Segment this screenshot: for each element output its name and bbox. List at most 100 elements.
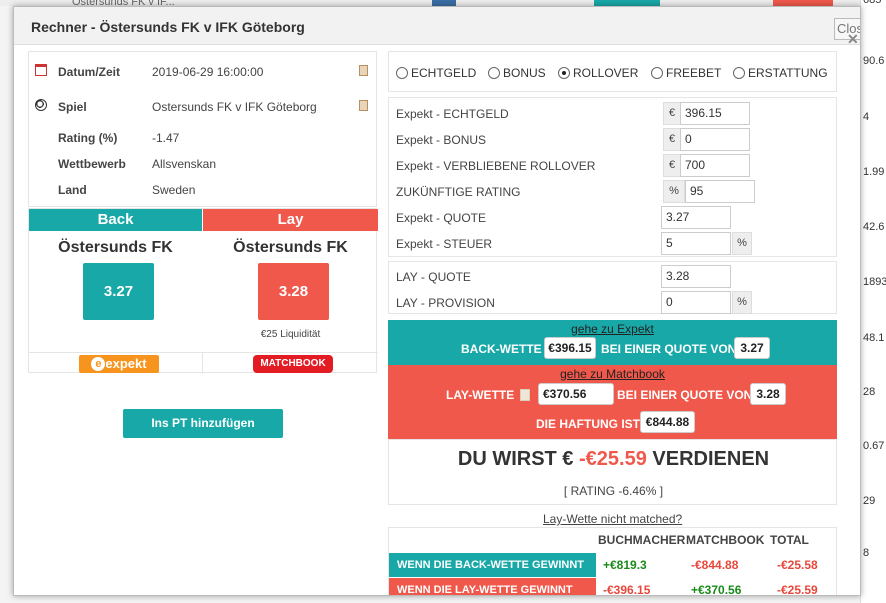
modal-title: Rechner - Östersunds FK v IFK Göteborg [31, 19, 305, 35]
table-cell: -€844.88 [691, 558, 739, 572]
lay-not-matched-link[interactable]: Lay-Wette nicht matched? [543, 512, 682, 526]
euro-addon: € [663, 128, 681, 151]
profit-panel: DU WIRST € -€25.59 VERDIENEN [ RATING -6… [388, 439, 837, 505]
at-odds-label: BEI EINER QUOTE VON [601, 342, 737, 356]
bet-type-selector: ECHTGELD BONUS ROLLOVER FREEBET ERSTATTU… [388, 51, 837, 92]
info-row-country: Land Sweden [29, 180, 378, 200]
form-row-future-rating: ZUKÜNFTIGE RATING % 95 [389, 178, 838, 204]
radio-label: BONUS [503, 66, 546, 80]
form-row-echtgeld: Expekt - ECHTGELD € 396.15 [389, 100, 838, 126]
info-value: -1.47 [152, 131, 180, 145]
info-value: Ostersunds FK v IFK Göteborg [152, 100, 317, 114]
table-cell: -€25.59 [777, 583, 818, 596]
field-label: Expekt - ECHTGELD [396, 107, 509, 121]
copy-icon[interactable] [359, 65, 368, 76]
percent-addon: % [732, 232, 752, 255]
tax-input[interactable]: 5 [661, 232, 731, 255]
radio-freebet[interactable]: FREEBET [651, 66, 721, 80]
profit-amount: -€25.59 [579, 448, 647, 470]
profit-prefix: DU WIRST € [457, 448, 574, 470]
radio-label: FREEBET [666, 66, 722, 80]
info-row-match: Spiel Ostersunds FK v IFK Göteborg [29, 97, 378, 117]
matchbook-logo[interactable]: MATCHBOOK [253, 355, 333, 373]
radio-circle[interactable] [651, 67, 663, 79]
radio-bonus[interactable]: BONUS [488, 66, 546, 80]
euro-addon: € [663, 102, 681, 125]
background-value: 4 [863, 111, 870, 123]
back-odds-input[interactable]: 3.27 [661, 206, 731, 229]
info-row-rating: Rating (%) -1.47 [29, 128, 378, 148]
field-label: LAY - QUOTE [396, 270, 471, 284]
info-label: Rating (%) [58, 131, 118, 145]
at-odds-label: BEI EINER QUOTE VON [617, 388, 753, 402]
expekt-logo-mark: e [91, 357, 106, 371]
radio-label: ERSTATTUNG [748, 66, 828, 80]
radio-label: ROLLOVER [573, 66, 639, 80]
info-value: 2019-06-29 16:00:00 [152, 65, 264, 79]
profit-rating: [ RATING -6.46% ] [563, 484, 664, 498]
table-row-lay-wins: WENN DIE LAY-WETTE GEWINNT [389, 578, 596, 595]
goto-matchbook-link[interactable]: gehe zu Matchbook [388, 367, 837, 381]
column-header: MATCHBOOK [686, 533, 765, 547]
radio-circle[interactable] [396, 67, 408, 79]
column-header: BUCHMACHER [598, 533, 686, 547]
background-value: 42.6 [863, 221, 885, 233]
rollover-input[interactable]: 700 [680, 154, 750, 177]
divider [202, 352, 203, 374]
commission-input[interactable]: 0 [661, 291, 731, 314]
lay-team-name: Östersunds FK [233, 239, 348, 256]
background-value: 1.99 [863, 166, 885, 178]
liability-label: DIE HAFTUNG IST [536, 417, 640, 431]
radio-rollover[interactable]: ROLLOVER [558, 66, 638, 80]
background-value: 28 [863, 386, 876, 398]
info-value: Allsvenskan [152, 157, 217, 171]
radio-circle[interactable] [733, 67, 745, 79]
field-label: Expekt - QUOTE [396, 211, 487, 225]
field-label: LAY - PROVISION [396, 296, 495, 310]
echtgeld-input[interactable]: 396.15 [680, 102, 750, 125]
lay-bet-form: LAY - QUOTE 3.28 LAY - PROVISION 0 % [388, 261, 837, 314]
copy-icon[interactable] [359, 100, 368, 111]
lay-header: Lay [203, 209, 378, 231]
back-odds-value: 3.27 [734, 337, 770, 359]
radio-echtgeld[interactable]: ECHTGELD [396, 66, 476, 80]
radio-circle-selected[interactable] [558, 67, 570, 79]
percent-addon: % [732, 291, 752, 314]
bonus-input[interactable]: 0 [680, 128, 750, 151]
lay-odds-input[interactable]: 3.28 [661, 265, 731, 288]
close-icon[interactable]: ✕ [847, 31, 859, 48]
info-value: Sweden [152, 183, 196, 197]
form-row-commission: LAY - PROVISION 0 % [389, 289, 838, 315]
match-info-panel: Datum/Zeit 2019-06-29 16:00:00 Spiel Ost… [28, 51, 377, 207]
radio-erstattung[interactable]: ERSTATTUNG [733, 66, 828, 80]
background-value: 0.67 [863, 440, 885, 452]
copy-icon[interactable] [520, 389, 530, 401]
lay-stake-value: €370.56 [538, 383, 614, 405]
info-label: Land [58, 183, 87, 197]
info-label: Datum/Zeit [58, 65, 121, 79]
back-stake-value: €396.15 [544, 337, 596, 359]
background-value: 29 [863, 495, 876, 507]
back-odds-box[interactable]: 3.27 [83, 263, 154, 320]
lay-odds-value: 3.28 [750, 383, 786, 405]
football-icon [35, 99, 47, 111]
back-bet-label: BACK-WETTE [461, 342, 542, 356]
table-cell: +€819.3 [603, 558, 647, 572]
form-row-tax: Expekt - STEUER 5 % [389, 230, 838, 256]
lay-odds-box[interactable]: 3.28 [258, 263, 329, 320]
info-label: Spiel [58, 100, 87, 114]
expekt-logo[interactable]: e expekt [79, 355, 159, 373]
lay-instruction: gehe zu Matchbook LAY-WETTE €370.56 BEI … [388, 365, 837, 440]
add-to-portfolio-button[interactable]: Ins PT hinzufügen [123, 409, 283, 438]
background-value: 48.1 [863, 332, 885, 344]
table-cell: -€25.58 [777, 558, 818, 572]
bookmaker-logos: e expekt MATCHBOOK [29, 352, 378, 374]
field-label: Expekt - BONUS [396, 133, 487, 147]
future-rating-input[interactable]: 95 [685, 180, 755, 203]
radio-circle[interactable] [488, 67, 500, 79]
goto-expekt-link[interactable]: gehe zu Expekt [388, 322, 837, 336]
back-header: Back [29, 209, 202, 231]
back-bet-form: Expekt - ECHTGELD € 396.15 Expekt - BONU… [388, 97, 837, 257]
background-value: 1893 [863, 276, 886, 288]
background-value: 90.6 [863, 55, 885, 67]
